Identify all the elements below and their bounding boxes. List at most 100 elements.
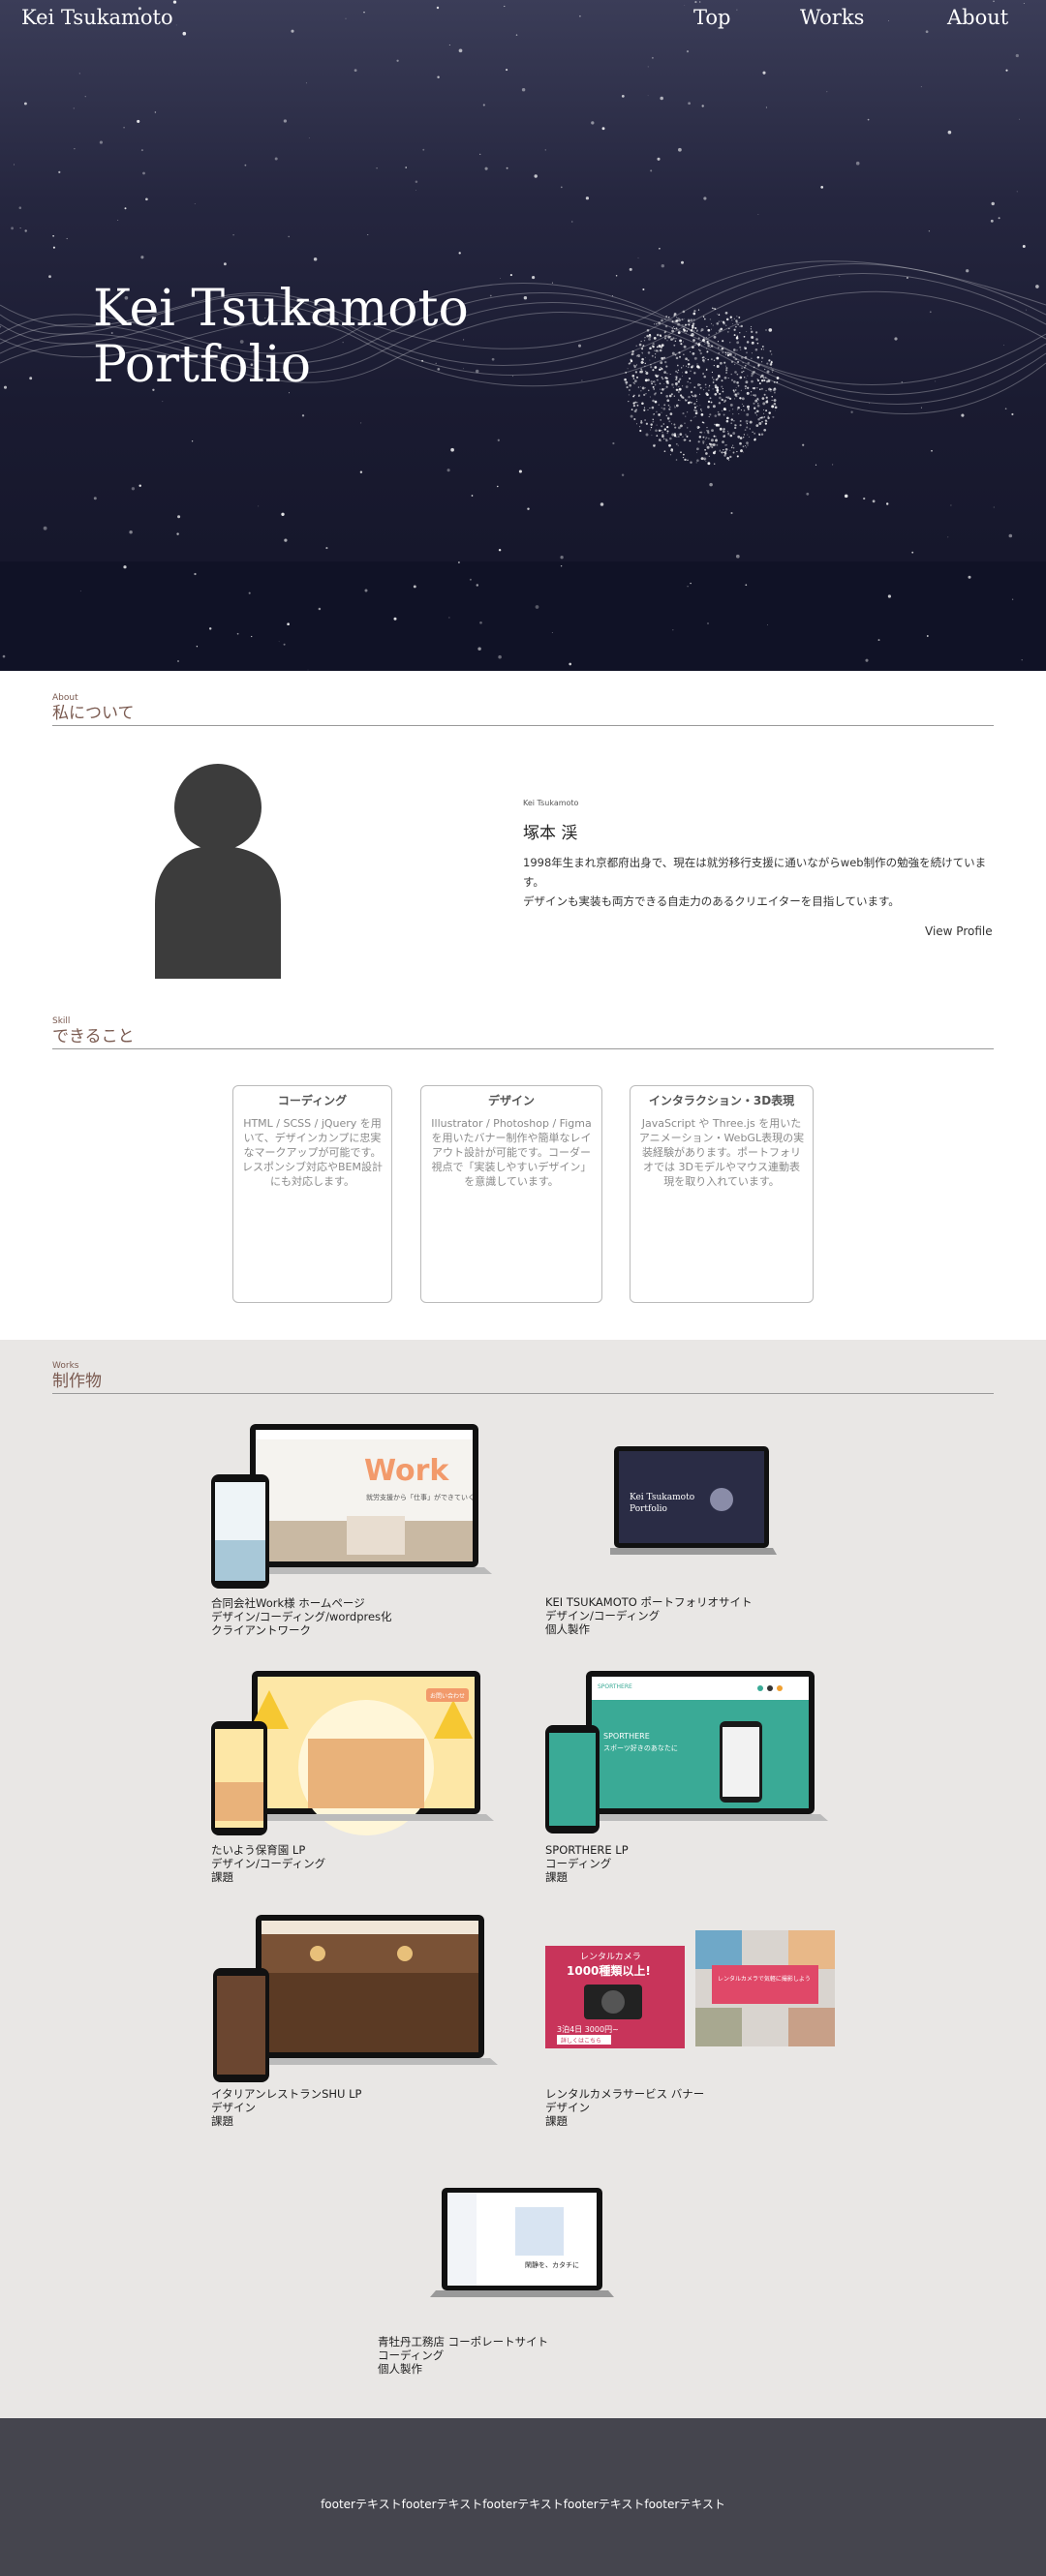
sphere-particle: [735, 387, 737, 389]
about-section-heading: About 私について: [52, 693, 994, 726]
sphere-particle: [663, 331, 666, 334]
star: [58, 170, 61, 173]
nav-about[interactable]: About: [947, 6, 1008, 29]
sphere-particle: [656, 346, 659, 349]
sphere-particle: [682, 372, 683, 374]
sphere-particle: [707, 344, 710, 348]
sphere-particle: [654, 349, 656, 351]
sphere-particle: [773, 400, 775, 402]
sphere-particle: [676, 364, 679, 367]
sphere-particle: [722, 430, 725, 433]
sphere-particle: [651, 354, 654, 357]
star: [928, 230, 931, 232]
sphere-particle: [757, 379, 759, 382]
sphere-particle: [647, 351, 651, 354]
sphere-particle: [662, 407, 666, 410]
work-title: レンタルカメラサービス バナー: [545, 2087, 705, 2101]
sphere-particle: [760, 433, 764, 436]
sphere-particle: [693, 402, 696, 406]
sphere-particle: [775, 409, 777, 411]
sphere-particle: [750, 391, 753, 393]
sphere-particle: [717, 313, 718, 315]
sphere-particle: [696, 447, 699, 451]
sphere-particle: [636, 402, 638, 404]
sphere-particle: [668, 408, 671, 410]
hero-section: Kei Tsukamoto Top Works About Kei Tsukam…: [0, 0, 1046, 671]
sphere-particle: [654, 383, 657, 386]
star: [175, 24, 177, 26]
star: [690, 582, 692, 585]
sphere-particle: [727, 351, 730, 354]
sphere-particle: [771, 360, 773, 363]
sphere-particle: [735, 336, 739, 340]
work-card-portfolio[interactable]: Kei Tsukamoto Portfolio KEI TSUKAMOTO ポー…: [545, 1446, 797, 1640]
sphere-particle: [734, 371, 737, 374]
sphere-particle: [763, 409, 765, 410]
sphere-particle: [709, 318, 712, 320]
work-card-aobotan[interactable]: 閑静を、カタチに 青牡丹工務店 コーポレートサイト コーディング 個人製作: [378, 2188, 630, 2381]
work-role: デザイン/コーディング: [545, 1609, 661, 1622]
star: [283, 119, 288, 123]
skill-card-body: Illustrator / Photoshop / Figma を用いたバナー制…: [431, 1117, 592, 1188]
sphere-particle: [685, 357, 688, 361]
sphere-particle: [757, 366, 759, 368]
view-profile-link[interactable]: View Profile: [925, 924, 993, 938]
sphere-particle: [652, 399, 655, 403]
sphere-particle: [654, 362, 656, 364]
work-card-sporthere[interactable]: SPORTHERE SPORTHERE スポーツ好きのあなたに SPORTHER…: [545, 1671, 836, 1884]
star: [826, 91, 828, 93]
sphere-particle: [654, 400, 658, 404]
sphere-particle: [711, 377, 714, 379]
sphere-particle: [657, 375, 660, 377]
sphere-particle: [633, 379, 637, 382]
sphere-particle: [685, 415, 687, 417]
sphere-particle: [751, 330, 754, 333]
sphere-particle: [701, 345, 703, 347]
about-name-ja: 塚本 渓: [523, 824, 578, 843]
sphere-particle: [763, 379, 766, 382]
sphere-particle: [746, 426, 749, 429]
sphere-particle: [729, 449, 731, 451]
sphere-particle: [666, 381, 669, 385]
sphere-particle: [771, 399, 773, 401]
sphere-particle: [725, 369, 728, 372]
star: [612, 441, 615, 445]
sphere-particle: [674, 426, 677, 429]
sphere-particle: [754, 407, 756, 409]
sphere-particle: [754, 394, 757, 397]
nav-works[interactable]: Works: [800, 6, 864, 29]
work-card-shu-restaurant[interactable]: イタリアンレストランSHU LP デザイン 課題: [211, 1915, 502, 2128]
sphere-particle: [677, 331, 681, 334]
sphere-particle: [753, 394, 754, 396]
sphere-particle: [690, 370, 692, 372]
nav-top[interactable]: Top: [693, 6, 730, 29]
work-card-work-llc[interactable]: Work 就労支援から「仕事」ができていく 合同会社Work様 ホームページ デ…: [211, 1424, 502, 1637]
sphere-particle: [637, 386, 640, 388]
skill-heading-en: Skill: [52, 1016, 71, 1026]
sphere-particle: [713, 335, 717, 339]
sphere-particle: [721, 348, 723, 350]
sphere-particle: [654, 366, 658, 369]
work-type: 課題: [211, 2114, 233, 2128]
sphere-particle: [723, 413, 725, 416]
sphere-particle: [714, 392, 718, 396]
work-card-taiyo-nursery[interactable]: お問い合わせ たいよう保育園 LP デザイン/コーディング 課題: [211, 1671, 502, 1884]
star: [497, 439, 500, 441]
sphere-particle: [679, 424, 683, 428]
sphere-particle: [696, 459, 699, 462]
star: [968, 575, 971, 579]
sphere-particle: [651, 406, 655, 409]
sphere-particle: [711, 358, 713, 360]
sphere-particle: [640, 420, 642, 422]
site-logo[interactable]: Kei Tsukamoto: [21, 6, 173, 29]
work-card-rental-camera[interactable]: レンタルカメラ 1000種類以上! 3泊4日 3000円~ 詳しくはこちら レン…: [545, 1930, 836, 2128]
sphere-particle: [719, 450, 722, 452]
sphere-particle: [649, 347, 652, 350]
star: [887, 594, 891, 598]
star: [131, 487, 136, 491]
sphere-particle: [705, 437, 708, 439]
sphere-particle: [653, 443, 656, 447]
sphere-particle: [746, 446, 748, 448]
star: [498, 548, 502, 552]
hero-title-line1: Kei Tsukamoto: [93, 280, 469, 338]
